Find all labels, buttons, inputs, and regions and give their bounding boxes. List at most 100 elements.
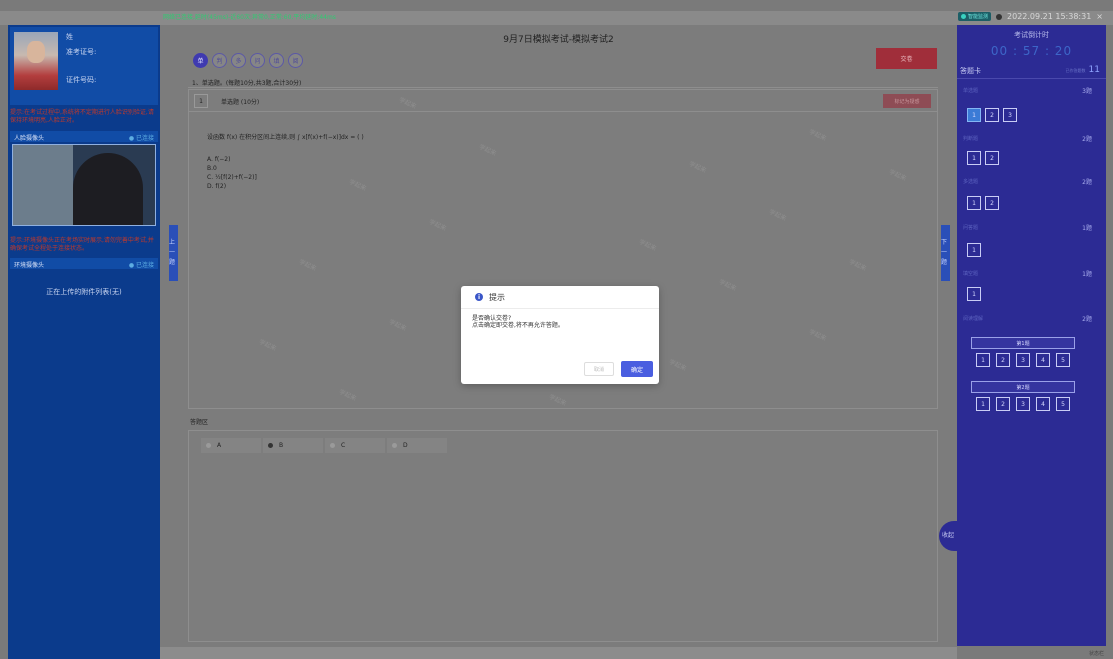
dialog-header: i 提示	[461, 286, 659, 309]
radio-icon[interactable]	[330, 443, 335, 448]
group-name: 单选题	[963, 88, 979, 94]
cancel-button[interactable]: 取消	[584, 362, 614, 376]
sheet-question[interactable]: 1	[976, 353, 990, 367]
sheet-question[interactable]: 1	[967, 243, 981, 257]
sheet-question[interactable]: 5	[1056, 397, 1070, 411]
submit-exam-button[interactable]: 交卷	[876, 48, 937, 69]
camera-person	[73, 153, 143, 225]
option-a: A. f(−2)	[207, 156, 231, 163]
close-icon[interactable]: ×	[1096, 12, 1103, 21]
sheet-question[interactable]: 2	[985, 196, 999, 210]
group-name: 判断题	[963, 136, 979, 142]
question-type-tabs: 单 判 多 问 填 阅	[193, 53, 303, 68]
face-camera-view	[12, 144, 156, 226]
group-qa: 问答题 1题	[957, 222, 1106, 234]
radio-selected-icon[interactable]	[268, 443, 273, 448]
group-multi: 多选题 2题	[957, 176, 1106, 188]
sheet-question[interactable]: 3	[1016, 353, 1030, 367]
status-text: 状态栏	[1088, 651, 1104, 657]
watermark: 学起来	[887, 168, 908, 183]
group-single: 单选题 3题	[957, 85, 1106, 97]
sheet-question[interactable]: 1	[967, 287, 981, 301]
group-read: 阅读理解 2题	[957, 313, 1106, 325]
info-icon: i	[475, 293, 483, 301]
answer-option-label: D	[403, 442, 408, 449]
tab-single[interactable]: 单	[193, 53, 208, 68]
answer-option-label: C	[341, 442, 346, 449]
profile-card: 姓 准考证号: 证件号码:	[10, 27, 158, 105]
sheet-question[interactable]: 2	[985, 151, 999, 165]
radio-icon[interactable]	[206, 443, 211, 448]
group-count: 1题	[1082, 225, 1092, 232]
sheet-question[interactable]: 2	[985, 108, 999, 122]
sheet-question[interactable]: 3	[1016, 397, 1030, 411]
answer-area-label: 答题区	[190, 419, 209, 426]
top-right-area: 智能监测 2022.09.21 15:38:31 ×	[958, 12, 1103, 21]
option-b: B.0	[207, 165, 217, 172]
bottom-strip	[160, 647, 957, 659]
sheet-question[interactable]: 5	[1056, 353, 1070, 367]
answer-option-a[interactable]: A	[201, 438, 261, 453]
group-name: 问答题	[963, 225, 979, 231]
datetime: 2022.09.21 15:38:31	[1007, 12, 1092, 21]
watermark: 学起来	[257, 338, 278, 353]
name-label: 姓	[66, 33, 73, 41]
watermark: 学起来	[427, 218, 448, 233]
sheet-question[interactable]: 2	[996, 397, 1010, 411]
confirm-button[interactable]: 确定	[621, 361, 653, 377]
sheet-question[interactable]: 2	[996, 353, 1010, 367]
watermark: 学起来	[667, 358, 688, 373]
option-d: D. f(2)	[207, 183, 227, 190]
watermark: 学起来	[807, 328, 828, 343]
sheet-question[interactable]: 4	[1036, 397, 1050, 411]
app-window: 网络已连接,延时(45ms)-近60次:异常0,正常:60,平均延时:44ms …	[0, 0, 1113, 659]
tab-judge[interactable]: 判	[212, 53, 227, 68]
countdown-timer: 00 : 57 : 20	[990, 44, 1073, 58]
tab-read[interactable]: 阅	[288, 53, 303, 68]
answered-count: 已作答题数 11	[1066, 65, 1100, 75]
tab-fill[interactable]: 填	[269, 53, 284, 68]
sheet-question[interactable]: 4	[1036, 353, 1050, 367]
subgroup-2[interactable]: 第2题	[971, 381, 1075, 393]
clock-icon	[996, 13, 1003, 20]
prev-question-tab[interactable]: 上一题	[169, 225, 178, 281]
monitor-icon	[961, 14, 966, 19]
ticket-label: 准考证号:	[66, 48, 97, 56]
tab-multi[interactable]: 多	[231, 53, 246, 68]
group-name: 阅读理解	[963, 316, 984, 322]
mark-doubt-button[interactable]: 标记为疑惑	[883, 94, 931, 108]
timer-label: 考试倒计时	[1014, 31, 1049, 39]
answer-option-c[interactable]: C	[325, 438, 385, 453]
monitor-badge-label: 智能监测	[968, 14, 989, 20]
env-cam-status: ● 已连接	[128, 262, 154, 269]
env-cam-header: 环境摄像头 ● 已连接	[10, 258, 158, 269]
dialog-body: 是否确认交卷? 点击确定即交卷,将不再允许答题。	[472, 315, 564, 329]
dialog-line-2: 点击确定即交卷,将不再允许答题。	[472, 322, 564, 329]
sheet-question[interactable]: 1	[967, 108, 981, 122]
watermark: 学起来	[717, 278, 738, 293]
face-cam-status: ● 已连接	[128, 135, 154, 142]
subgroup-1[interactable]: 第1题	[971, 337, 1075, 349]
answer-option-b[interactable]: B	[263, 438, 323, 453]
answer-sheet-header: 答题卡 已作答题数 11	[957, 63, 1106, 79]
group-judge: 判断题 2题	[957, 133, 1106, 145]
answer-sheet-title: 答题卡	[960, 67, 981, 75]
env-cam-title: 环境摄像头	[14, 262, 45, 269]
next-question-tab[interactable]: 下一题	[941, 225, 950, 281]
radio-icon[interactable]	[392, 443, 397, 448]
upload-list: 正在上传的附件列表(无)	[46, 288, 122, 296]
sheet-question[interactable]: 1	[967, 151, 981, 165]
answer-panel: A B C D	[188, 430, 938, 642]
question-header: 1 单选题 (10分) 标记为疑惑	[189, 90, 937, 112]
option-c: C. ½[f(2)+f(−2)]	[207, 174, 257, 181]
sheet-question[interactable]: 1	[976, 397, 990, 411]
answered-count-label: 已作答题数	[1065, 68, 1086, 73]
watermark: 学起来	[337, 388, 358, 403]
group-count: 2题	[1082, 316, 1092, 323]
network-status: 网络已连接,延时(45ms)-近60次:异常0,正常:60,平均延时:44ms	[163, 14, 336, 21]
answer-option-d[interactable]: D	[387, 438, 447, 453]
sheet-question[interactable]: 1	[967, 196, 981, 210]
sheet-question[interactable]: 3	[1003, 108, 1017, 122]
watermark: 学起来	[767, 208, 788, 223]
tab-qa[interactable]: 问	[250, 53, 265, 68]
